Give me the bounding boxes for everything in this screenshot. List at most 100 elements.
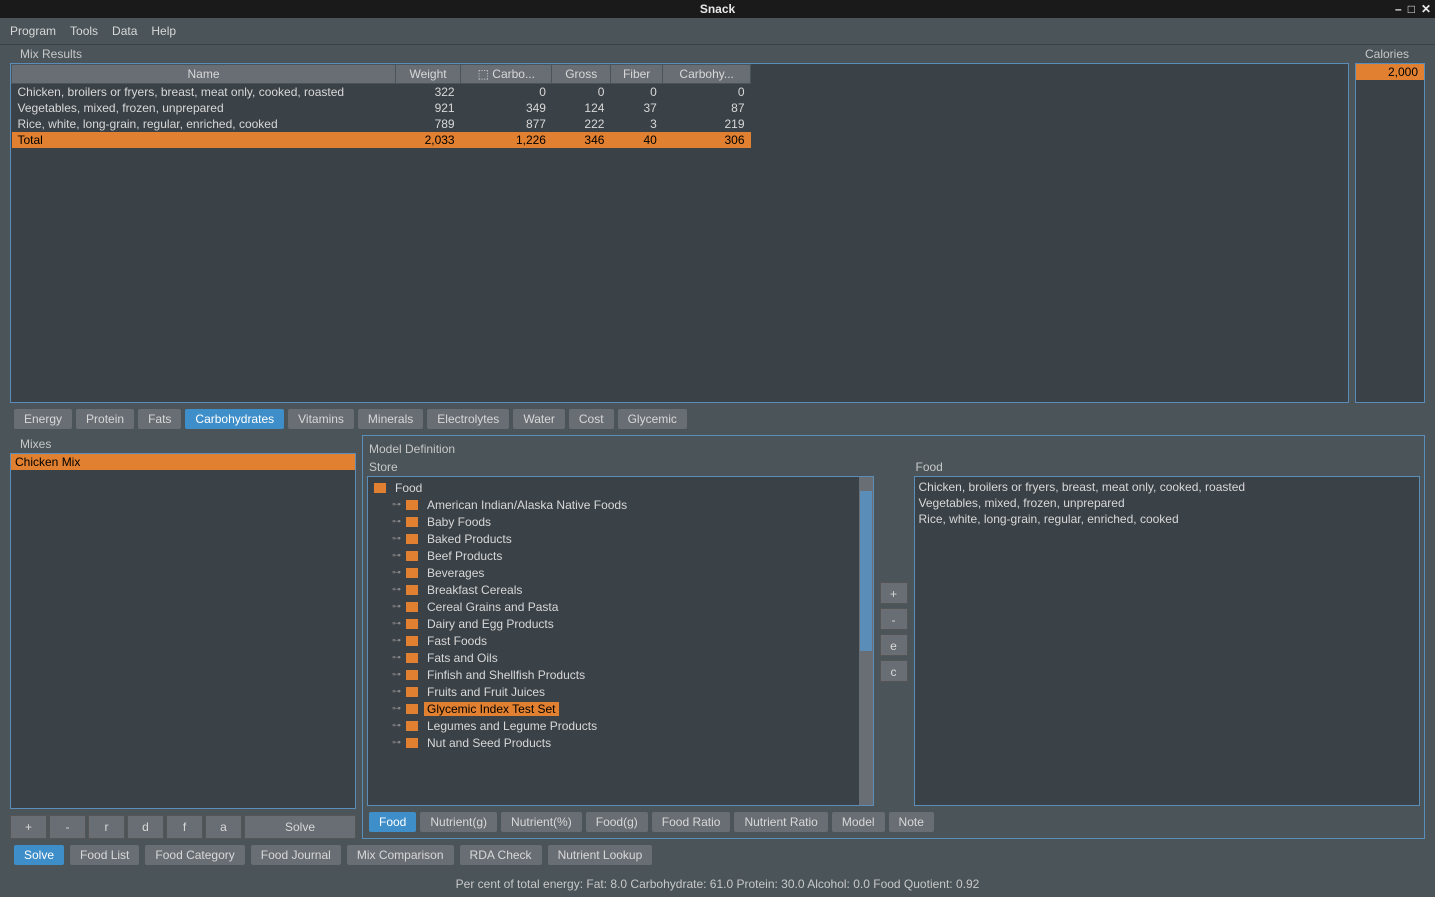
tree-label: Beverages	[424, 566, 487, 580]
tree-item[interactable]: ⊶Fruits and Fruit Juices	[372, 683, 869, 700]
tab-minerals[interactable]: Minerals	[358, 409, 423, 429]
food-list[interactable]: Chicken, broilers or fryers, breast, mea…	[914, 476, 1421, 806]
def-tab-food[interactable]: Food	[369, 812, 416, 832]
tree-item[interactable]: ⊶Fast Foods	[372, 632, 869, 649]
food-item[interactable]: Rice, white, long-grain, regular, enrich…	[919, 511, 1416, 527]
def-tab-foodg[interactable]: Food(g)	[586, 812, 648, 832]
cell-value: 3	[610, 116, 662, 132]
tree-toggle[interactable]: ⊶	[392, 533, 400, 544]
maximize-button[interactable]: □	[1408, 2, 1415, 16]
tab-water[interactable]: Water	[513, 409, 565, 429]
column-header[interactable]: Carbohy...	[663, 65, 751, 84]
column-header[interactable]: Gross	[552, 65, 610, 84]
tab-electrolytes[interactable]: Electrolytes	[427, 409, 509, 429]
mixes-list[interactable]: Chicken Mix	[10, 453, 356, 809]
tab-vitamins[interactable]: Vitamins	[288, 409, 354, 429]
def-tab-model[interactable]: Model	[832, 812, 885, 832]
tree-root[interactable]: Food	[372, 479, 869, 496]
store-tree[interactable]: Food⊶American Indian/Alaska Native Foods…	[367, 476, 874, 806]
tree-item[interactable]: ⊶Baby Foods	[372, 513, 869, 530]
mixes-btn--[interactable]: -	[49, 815, 86, 839]
tree-toggle[interactable]: ⊶	[392, 669, 400, 680]
tree-toggle[interactable]: ⊶	[392, 635, 400, 646]
tab-cost[interactable]: Cost	[569, 409, 614, 429]
tree-toggle[interactable]: ⊶	[392, 499, 400, 510]
tree-item[interactable]: ⊶Beef Products	[372, 547, 869, 564]
store-btn-c[interactable]: c	[880, 660, 908, 682]
def-tab-nutrientg[interactable]: Nutrient(g)	[420, 812, 497, 832]
column-header[interactable]: Fiber	[610, 65, 662, 84]
cell-value: 0	[552, 84, 610, 101]
mixes-btn-a[interactable]: a	[205, 815, 242, 839]
def-tab-nutrientratio[interactable]: Nutrient Ratio	[734, 812, 827, 832]
tree-item[interactable]: ⊶Breakfast Cereals	[372, 581, 869, 598]
menu-program[interactable]: Program	[10, 24, 56, 38]
tree-toggle[interactable]: ⊶	[392, 584, 400, 595]
tree-item[interactable]: ⊶ Beverages	[372, 564, 869, 581]
cell-value: 222	[552, 116, 610, 132]
tab-protein[interactable]: Protein	[76, 409, 134, 429]
food-item[interactable]: Vegetables, mixed, frozen, unprepared	[919, 495, 1416, 511]
tree-item[interactable]: ⊶Legumes and Legume Products	[372, 717, 869, 734]
store-btn--[interactable]: -	[880, 608, 908, 630]
tree-toggle[interactable]: ⊶	[392, 737, 400, 748]
tree-item[interactable]: ⊶Cereal Grains and Pasta	[372, 598, 869, 615]
table-row[interactable]: Rice, white, long-grain, regular, enrich…	[12, 116, 751, 132]
tree-item[interactable]: ⊶Fats and Oils	[372, 649, 869, 666]
tree-item[interactable]: ⊶Baked Products	[372, 530, 869, 547]
def-tab-foodratio[interactable]: Food Ratio	[652, 812, 731, 832]
store-btn-+[interactable]: +	[880, 582, 908, 604]
tree-item[interactable]: ⊶American Indian/Alaska Native Foods	[372, 496, 869, 513]
mixes-btn-f[interactable]: f	[166, 815, 203, 839]
tree-item[interactable]: ⊶Finfish and Shellfish Products	[372, 666, 869, 683]
menu-data[interactable]: Data	[112, 24, 137, 38]
menu-tools[interactable]: Tools	[70, 24, 98, 38]
mixes-btn-r[interactable]: r	[88, 815, 125, 839]
column-header[interactable]: Weight	[396, 65, 461, 84]
bottom-tab-rda-check[interactable]: RDA Check	[460, 845, 542, 865]
tree-toggle[interactable]: ⊶	[392, 516, 400, 527]
tab-carbohydrates[interactable]: Carbohydrates	[185, 409, 284, 429]
model-def-tabs: FoodNutrient(g)Nutrient(%)Food(g)Food Ra…	[367, 806, 1420, 834]
bottom-tab-nutrient-lookup[interactable]: Nutrient Lookup	[548, 845, 653, 865]
column-header[interactable]: ⬚ Carbo...	[461, 65, 552, 84]
tree-toggle[interactable]: ⊶	[392, 703, 400, 714]
column-header[interactable]: Name	[12, 65, 396, 84]
tree-toggle[interactable]: ⊶	[392, 720, 400, 731]
mixes-btn-d[interactable]: d	[127, 815, 164, 839]
table-row[interactable]: Vegetables, mixed, frozen, unprepared921…	[12, 100, 751, 116]
bottom-tab-food-journal[interactable]: Food Journal	[251, 845, 341, 865]
def-tab-nutrient[interactable]: Nutrient(%)	[501, 812, 582, 832]
tree-toggle[interactable]: ⊶	[392, 550, 400, 561]
model-def-label: Model Definition	[367, 440, 1420, 458]
tree-toggle[interactable]: ⊶	[392, 567, 400, 578]
tree-item[interactable]: ⊶Dairy and Egg Products	[372, 615, 869, 632]
table-row-total[interactable]: Total2,0331,22634640306	[12, 132, 751, 148]
tree-toggle[interactable]: ⊶	[392, 618, 400, 629]
bottom-tab-food-category[interactable]: Food Category	[145, 845, 244, 865]
tree-item[interactable]: ⊶Nut and Seed Products	[372, 734, 869, 751]
minimize-button[interactable]: –	[1395, 2, 1402, 16]
tree-toggle[interactable]: ⊶	[392, 601, 400, 612]
tab-energy[interactable]: Energy	[14, 409, 72, 429]
mixes-btn-+[interactable]: +	[10, 815, 47, 839]
bottom-tab-solve[interactable]: Solve	[14, 845, 64, 865]
tab-glycemic[interactable]: Glycemic	[618, 409, 687, 429]
store-btn-e[interactable]: e	[880, 634, 908, 656]
bottom-tab-food-list[interactable]: Food List	[70, 845, 139, 865]
bottom-tab-mix-comparison[interactable]: Mix Comparison	[347, 845, 454, 865]
tree-item[interactable]: ⊶Glycemic Index Test Set	[372, 700, 869, 717]
mix-item[interactable]: Chicken Mix	[11, 454, 355, 470]
titlebar: Snack – □ ✕	[0, 0, 1435, 18]
tree-toggle[interactable]: ⊶	[392, 686, 400, 697]
table-row[interactable]: Chicken, broilers or fryers, breast, mea…	[12, 84, 751, 101]
close-button[interactable]: ✕	[1421, 2, 1431, 16]
calories-label: Calories	[1355, 45, 1425, 63]
tree-toggle[interactable]: ⊶	[392, 652, 400, 663]
tab-fats[interactable]: Fats	[138, 409, 181, 429]
menu-help[interactable]: Help	[151, 24, 176, 38]
def-tab-note[interactable]: Note	[889, 812, 934, 832]
mixes-btn-solve[interactable]: Solve	[244, 815, 356, 839]
scrollbar-thumb[interactable]	[860, 491, 872, 651]
food-item[interactable]: Chicken, broilers or fryers, breast, mea…	[919, 479, 1416, 495]
